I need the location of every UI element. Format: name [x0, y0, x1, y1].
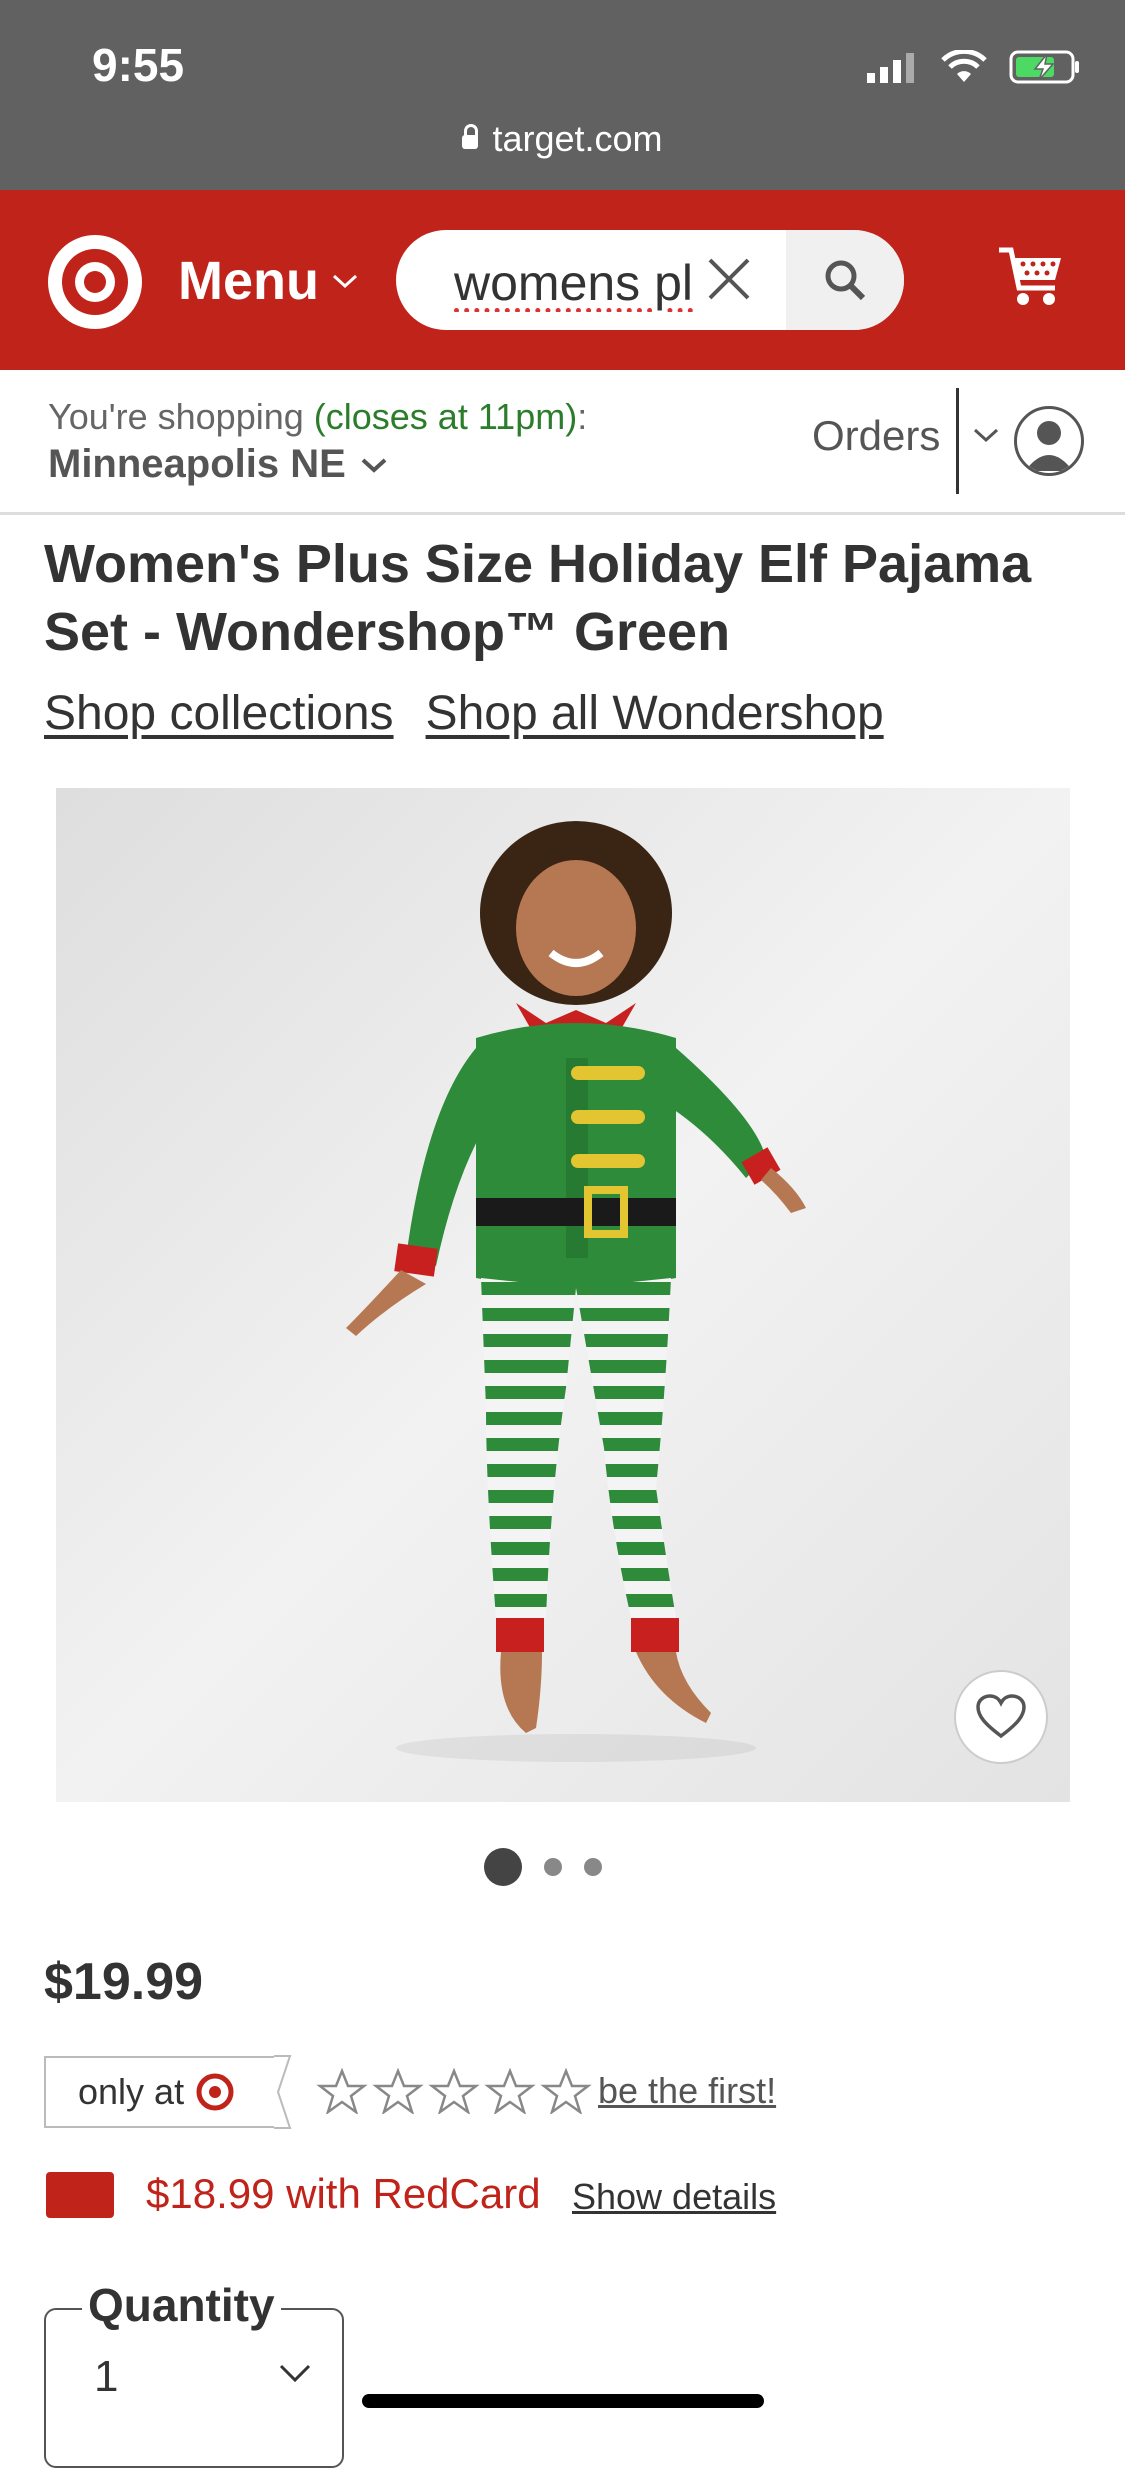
show-details-link[interactable]: Show details — [572, 2176, 776, 2218]
system-icons — [867, 50, 1081, 84]
store-bar: You're shopping (closes at 11pm): Minnea… — [0, 370, 1125, 515]
cart-icon[interactable] — [997, 244, 1065, 308]
account-avatar-icon[interactable] — [1014, 406, 1084, 476]
badge-tail — [274, 2055, 292, 2129]
quantity-select[interactable] — [44, 2308, 344, 2468]
battery-charging-icon — [1009, 50, 1079, 84]
chevron-down-icon — [279, 2364, 311, 2383]
carousel-dot[interactable] — [544, 1858, 562, 1876]
home-indicator[interactable] — [362, 2394, 764, 2408]
url-text: target.com — [492, 118, 663, 159]
collection-links: Shop collections Shop all Wondershop — [44, 686, 884, 741]
lock-icon — [462, 124, 479, 149]
clock: 9:55 — [92, 39, 185, 91]
status-bar: 9:55 target.com — [0, 0, 1125, 190]
heart-icon — [976, 1694, 1026, 1739]
quantity-value[interactable]: 1 — [94, 2352, 118, 2402]
search-icon — [825, 260, 866, 301]
only-at-badge: only at — [44, 2056, 282, 2128]
shop-brand-link[interactable]: Shop all Wondershop — [426, 686, 884, 741]
divider — [956, 388, 959, 494]
orders-link[interactable]: Orders — [812, 412, 940, 460]
shopping-prefix: You're shopping — [48, 396, 314, 437]
store-hours: (closes at 11pm) — [313, 396, 578, 437]
store-label: You're shopping (closes at 11pm): — [48, 396, 587, 438]
wifi-icon — [941, 50, 987, 82]
search-button[interactable] — [786, 230, 904, 330]
shop-collections-link[interactable]: Shop collections — [44, 686, 394, 741]
chevron-down-icon — [361, 458, 387, 473]
star-empty-icon — [540, 2068, 592, 2114]
carousel-dot[interactable] — [584, 1858, 602, 1876]
store-selector[interactable]: Minneapolis NE — [48, 442, 388, 487]
image-carousel-dots — [484, 1848, 602, 1886]
account-chevron-icon[interactable] — [972, 426, 1000, 444]
redcard-price: $18.99 with RedCard — [146, 2170, 541, 2217]
search-input[interactable]: womens pl — [454, 254, 694, 312]
star-empty-icon — [428, 2068, 480, 2114]
rating-stars[interactable] — [316, 2068, 592, 2114]
menu-button[interactable]: Menu — [178, 250, 359, 312]
product-title: Women's Plus Size Holiday Elf Pajama Set… — [44, 534, 1032, 662]
product-price: $19.99 — [44, 1953, 204, 2011]
redcard-icon — [46, 2172, 114, 2218]
store-colon: : — [577, 396, 588, 437]
star-empty-icon — [484, 2068, 536, 2114]
target-logo-icon[interactable] — [48, 235, 142, 329]
search-field[interactable]: womens pl — [396, 230, 904, 330]
star-empty-icon — [372, 2068, 424, 2114]
top-nav: Menu womens pl — [0, 190, 1125, 370]
clear-search-icon[interactable] — [706, 256, 752, 302]
quantity-label: Quantity — [82, 2278, 281, 2332]
store-name: Minneapolis NE — [48, 442, 346, 486]
star-empty-icon — [316, 2068, 368, 2114]
only-at-label: only at — [78, 2071, 185, 2112]
write-review-link[interactable]: be the first! — [598, 2070, 776, 2112]
chevron-down-icon — [332, 274, 358, 289]
signal-icon — [867, 53, 914, 83]
target-bullseye-icon — [196, 2073, 234, 2111]
product-image[interactable] — [56, 788, 1070, 1802]
carousel-dot-active[interactable] — [484, 1848, 522, 1886]
elf-pajama-model-illustration — [346, 821, 806, 1762]
address-bar[interactable]: target.com — [0, 118, 1125, 160]
favorite-button[interactable] — [954, 1670, 1048, 1764]
menu-label: Menu — [178, 251, 319, 311]
